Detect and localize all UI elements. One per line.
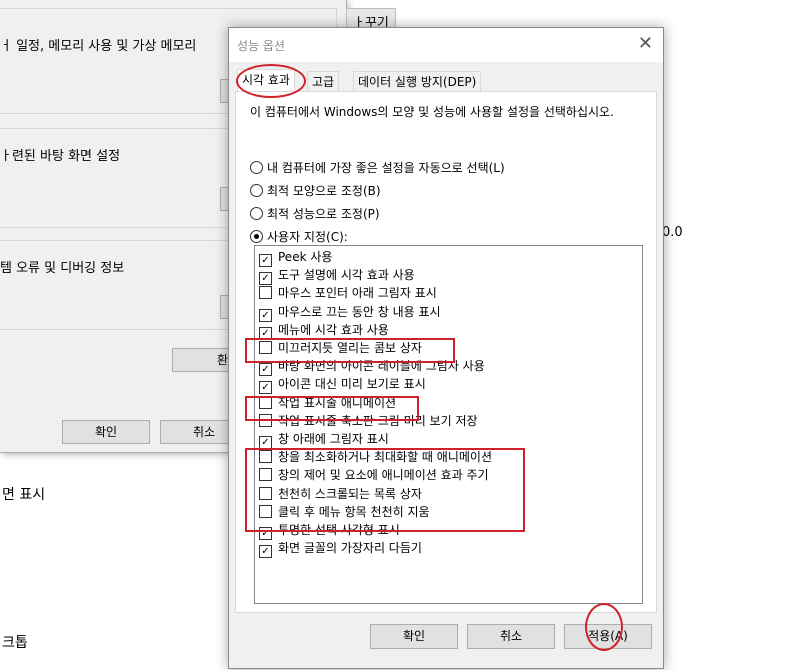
effect-option-row[interactable]: ✓ 화면 글꼴의 가장자리 다듬기 <box>259 539 422 559</box>
radio-label: 내 컴퓨터에 가장 좋은 설정을 자동으로 선택(L) <box>267 161 505 175</box>
radio-auto[interactable]: 내 컴퓨터에 가장 좋은 설정을 자동으로 선택(L) <box>250 159 505 177</box>
background-number-text: 0.0 <box>662 225 683 240</box>
radio-label: 사용자 지정(C): <box>267 230 348 244</box>
cancel-button[interactable]: 취소 <box>467 624 555 649</box>
effect-option-row[interactable]: ✓ 도구 설명에 시각 효과 사용 <box>259 266 415 286</box>
effect-option-label: 아이콘 대신 미리 보기로 표시 <box>278 377 426 392</box>
radio-custom[interactable]: 사용자 지정(C): <box>250 228 348 246</box>
effect-option-row[interactable]: 마우스 포인터 아래 그림자 표시 <box>259 284 437 302</box>
annotation-circle-tab <box>236 64 306 98</box>
tab-dep[interactable]: 데이터 실행 방지(DEP) <box>353 71 482 92</box>
effect-option-label: 창 아래에 그림자 표시 <box>278 432 389 446</box>
effect-option-row[interactable]: ✓ 창 아래에 그림자 표시 <box>259 430 389 449</box>
visual-effects-list[interactable]: ✓ Peek 사용 ✓ 도구 설명에 시각 효과 사용마우스 포인터 아래 그림자 표… <box>254 245 643 604</box>
radio-best-performance[interactable]: 최적 성능으로 조정(P) <box>250 205 380 223</box>
checkbox-unchecked[interactable] <box>259 286 272 300</box>
radio-button[interactable] <box>250 184 263 197</box>
radio-label: 최적 성능으로 조정(P) <box>267 207 380 221</box>
checkbox-checked[interactable]: ✓ <box>259 254 272 267</box>
checkbox-checked[interactable]: ✓ <box>259 363 272 377</box>
checkbox-checked[interactable]: ✓ <box>259 272 272 286</box>
tab-advanced[interactable]: 고급 <box>307 71 340 92</box>
background-ok-button[interactable]: 확인 <box>62 420 150 444</box>
effect-option-label: 화면 글꼴의 가장자리 다듬기 <box>278 541 422 556</box>
effect-option-row[interactable]: ✓ 메뉴에 시각 효과 사용 <box>259 321 389 340</box>
checkbox-checked[interactable]: ✓ <box>259 545 272 559</box>
radio-button[interactable] <box>250 207 263 220</box>
radio-button[interactable] <box>250 161 263 174</box>
effect-option-row[interactable]: ✓ 아이콘 대신 미리 보기로 표시 <box>259 375 426 395</box>
radio-best-appearance[interactable]: 최적 모양으로 조정(B) <box>250 182 381 200</box>
radio-label: 최적 모양으로 조정(B) <box>267 184 381 198</box>
close-icon[interactable]: ✕ <box>638 34 653 54</box>
annotation-circle-apply <box>585 603 623 651</box>
effect-option-label: 메뉴에 시각 효과 사용 <box>278 322 389 337</box>
effect-option-row[interactable]: ✓ 마우스로 끄는 동안 창 내용 표시 <box>259 303 441 322</box>
effect-option-row[interactable]: ✓ Peek 사용 <box>259 248 333 267</box>
background-lower-text-1: 면 표시 <box>2 487 46 503</box>
checkbox-checked[interactable]: ✓ <box>259 308 272 322</box>
effect-option-label: 마우스 포인터 아래 그림자 표시 <box>278 286 437 301</box>
panel-description: 이 컴퓨터에서 Windows의 모양 및 성능에 사용할 설정을 선택하십시오… <box>250 105 614 119</box>
ok-button[interactable]: 확인 <box>370 624 458 649</box>
user-profiles-group-text: ㅏ련된 바탕 화면 설정 <box>0 149 121 164</box>
effect-option-label: 마우스로 끄는 동안 창 내용 표시 <box>278 304 441 319</box>
annotation-box-taskbar <box>245 396 419 421</box>
background-lower-text-2: 크톱 <box>2 635 28 651</box>
dialog-titlebar[interactable]: 성능 옵션 ✕ <box>229 28 663 62</box>
annotation-box-combo <box>245 338 455 363</box>
annotation-box-animations <box>245 448 525 532</box>
performance-group-text: ㅓ 일정, 메모리 사용 및 가상 메모리 <box>0 39 197 54</box>
dialog-title: 성능 옵션 <box>237 39 285 53</box>
effect-option-label: Peek 사용 <box>278 250 333 264</box>
startup-recovery-group-text: 템 오류 및 디버깅 정보 <box>0 261 125 276</box>
checkbox-checked[interactable]: ✓ <box>259 381 272 395</box>
effect-option-label: 도구 설명에 시각 효과 사용 <box>278 268 415 283</box>
radio-button[interactable] <box>250 230 263 243</box>
